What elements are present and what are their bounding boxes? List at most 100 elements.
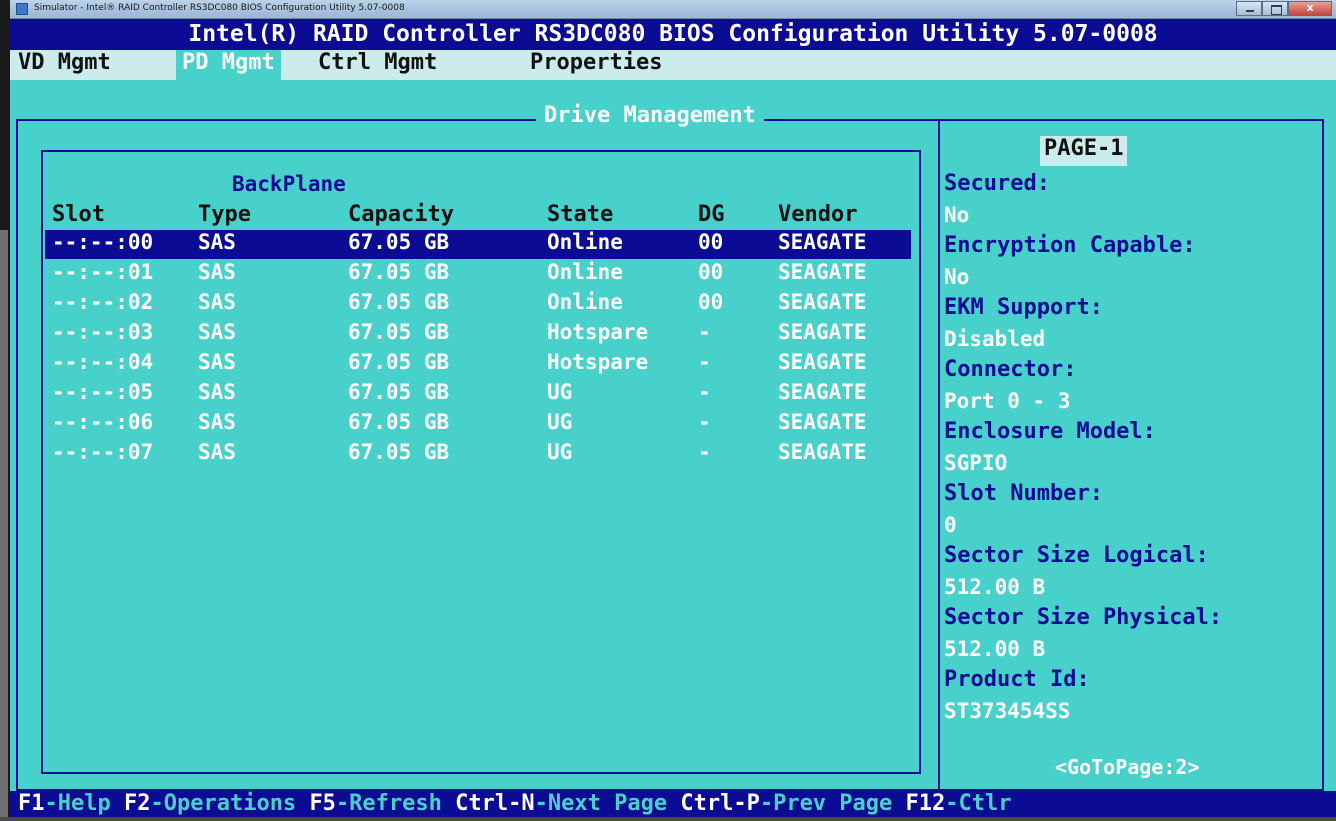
- capacity-cell: 67.05 GB: [348, 410, 450, 434]
- vendor-cell: SEAGATE: [778, 410, 867, 434]
- function-key-bar: F1-Help F2-Operations F5-Refresh Ctrl-N-…: [10, 791, 1336, 817]
- slot-cell: --:--:01: [52, 260, 154, 284]
- function-key[interactable]: Ctrl-P: [680, 791, 759, 816]
- type-cell: SAS: [198, 290, 236, 314]
- property-label: EKM Support:: [944, 295, 1103, 320]
- function-key-description: -Ctlr: [945, 791, 1012, 816]
- function-key[interactable]: Ctrl-N: [455, 791, 534, 816]
- function-key-description: -Refresh: [335, 791, 456, 816]
- type-cell: SAS: [198, 410, 236, 434]
- dg-cell: 00: [698, 290, 724, 314]
- function-key[interactable]: F12: [906, 791, 946, 816]
- state-cell: UG: [547, 380, 573, 404]
- window-titlebar[interactable]: Simulator - Intel® RAID Controller RS3DC…: [10, 0, 1336, 19]
- state-cell: Online: [547, 290, 623, 314]
- property-label: Encryption Capable:: [944, 233, 1196, 258]
- minimize-button[interactable]: [1236, 1, 1262, 16]
- type-cell: SAS: [198, 350, 236, 374]
- state-cell: UG: [547, 410, 573, 434]
- column-header-state: State: [547, 202, 614, 227]
- vendor-cell: SEAGATE: [778, 320, 867, 344]
- slot-cell: --:--:04: [52, 350, 154, 374]
- function-key[interactable]: F2: [124, 791, 151, 816]
- function-key-description: -Help: [44, 791, 124, 816]
- panel-divider: [938, 119, 940, 791]
- bios-screen: Intel(R) RAID Controller RS3DC080 BIOS C…: [10, 19, 1336, 817]
- capacity-cell: 67.05 GB: [348, 260, 450, 284]
- dg-cell: -: [698, 350, 711, 374]
- column-header-capacity: Capacity: [348, 202, 454, 227]
- type-cell: SAS: [198, 380, 236, 404]
- column-header-dg: DG: [698, 202, 725, 227]
- goto-page-link[interactable]: <GoToPage:2>: [1055, 752, 1200, 782]
- slot-cell: --:--:06: [52, 410, 154, 434]
- column-header-slot: Slot: [52, 202, 105, 227]
- vendor-cell: SEAGATE: [778, 380, 867, 404]
- menu-ctrl-mgmt[interactable]: Ctrl Mgmt: [318, 50, 437, 80]
- function-key-description: -Prev Page: [759, 791, 906, 816]
- state-cell: Online: [547, 260, 623, 284]
- type-cell: SAS: [198, 320, 236, 344]
- drive-row[interactable]: --:--:07 SAS 67.05 GB UG - SEAGATE: [45, 440, 911, 469]
- menu-pd-mgmt[interactable]: PD Mgmt: [176, 50, 281, 80]
- property-value: 512.00 B: [944, 637, 1046, 661]
- column-header-vendor: Vendor: [778, 202, 858, 227]
- maximize-button[interactable]: [1262, 1, 1288, 16]
- property-value: 512.00 B: [944, 575, 1046, 599]
- vendor-cell: SEAGATE: [778, 440, 867, 464]
- dg-cell: 00: [698, 260, 724, 284]
- capacity-cell: 67.05 GB: [348, 380, 450, 404]
- property-value: No: [944, 265, 970, 289]
- backplane-label: BackPlane: [232, 172, 346, 196]
- menu-vd-mgmt[interactable]: VD Mgmt: [18, 50, 111, 80]
- function-key-description: -Next Page: [534, 791, 681, 816]
- close-button[interactable]: [1288, 1, 1332, 16]
- dg-cell: -: [698, 320, 711, 344]
- property-value: ST373454SS: [944, 699, 1071, 723]
- property-value: Port 0 - 3: [944, 389, 1071, 413]
- property-value: Disabled: [944, 327, 1046, 351]
- type-cell: SAS: [198, 440, 236, 464]
- drive-row[interactable]: --:--:00 SAS 67.05 GB Online 00 SEAGATE: [45, 230, 911, 259]
- menu-properties[interactable]: Properties: [530, 50, 662, 80]
- simulator-window: Simulator - Intel® RAID Controller RS3DC…: [0, 0, 1336, 821]
- function-key-description: -Operations: [150, 791, 310, 816]
- vendor-cell: SEAGATE: [778, 290, 867, 314]
- drive-row[interactable]: --:--:03 SAS 67.05 GB Hotspare - SEAGATE: [45, 320, 911, 349]
- drive-row[interactable]: --:--:02 SAS 67.05 GB Online 00 SEAGATE: [45, 290, 911, 319]
- drive-row[interactable]: --:--:01 SAS 67.05 GB Online 00 SEAGATE: [45, 260, 911, 289]
- app-icon: [16, 3, 28, 15]
- type-cell: SAS: [198, 260, 236, 284]
- dg-cell: -: [698, 410, 711, 434]
- property-label: Secured:: [944, 171, 1050, 196]
- slot-cell: --:--:05: [52, 380, 154, 404]
- property-value: No: [944, 203, 970, 227]
- state-cell: UG: [547, 440, 573, 464]
- menu-bar: VD Mgmt PD Mgmt Ctrl Mgmt Properties: [10, 50, 1336, 80]
- column-header-type: Type: [198, 202, 251, 227]
- property-value: 0: [944, 513, 957, 537]
- capacity-cell: 67.05 GB: [348, 290, 450, 314]
- window-title: Simulator - Intel® RAID Controller RS3DC…: [34, 3, 405, 13]
- property-label: Product Id:: [944, 667, 1090, 692]
- function-key[interactable]: F1: [18, 791, 45, 816]
- window-bottom-edge: [0, 817, 1336, 821]
- drive-row[interactable]: --:--:05 SAS 67.05 GB UG - SEAGATE: [45, 380, 911, 409]
- drive-management-title: Drive Management: [536, 103, 764, 133]
- slot-cell: --:--:03: [52, 320, 154, 344]
- property-label: Sector Size Physical:: [944, 605, 1223, 630]
- type-cell: SAS: [198, 230, 236, 254]
- state-cell: Online: [547, 230, 623, 254]
- state-cell: Hotspare: [547, 320, 649, 344]
- dg-cell: 00: [698, 230, 724, 254]
- drive-row[interactable]: --:--:06 SAS 67.05 GB UG - SEAGATE: [45, 410, 911, 439]
- properties-page-title: PAGE-1: [1040, 136, 1128, 166]
- function-key[interactable]: F5: [309, 791, 336, 816]
- drive-row[interactable]: --:--:04 SAS 67.05 GB Hotspare - SEAGATE: [45, 350, 911, 379]
- slot-cell: --:--:00: [52, 230, 154, 254]
- capacity-cell: 67.05 GB: [348, 440, 450, 464]
- capacity-cell: 67.05 GB: [348, 320, 450, 344]
- vendor-cell: SEAGATE: [778, 230, 867, 254]
- state-cell: Hotspare: [547, 350, 649, 374]
- window-controls: [1236, 1, 1332, 16]
